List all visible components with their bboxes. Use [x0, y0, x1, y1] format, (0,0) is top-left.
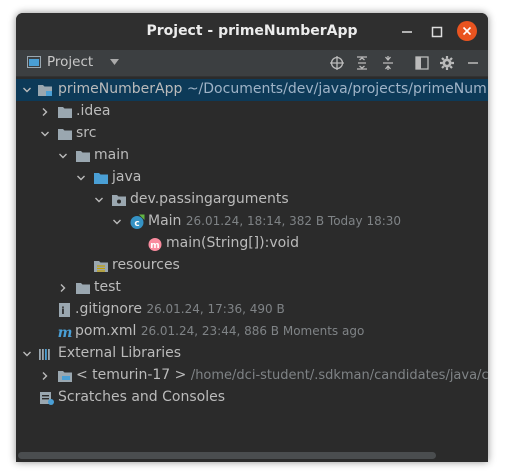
svg-text:i: i [61, 306, 64, 317]
project-view-icon [27, 56, 41, 68]
chevron-right-icon[interactable] [58, 283, 68, 293]
jdk-path: /home/dci-student/.sdkman/candidates/jav… [190, 368, 488, 383]
tree-row-src[interactable]: src [16, 123, 488, 145]
window-title: Project - primeNumberApp [146, 23, 358, 39]
module-folder-icon [38, 85, 52, 96]
folder-label: src [76, 125, 97, 141]
folder-label: java [112, 169, 142, 185]
project-toolbar: Project [16, 50, 488, 77]
tree-row-gitignore[interactable]: i .gitignore 26.01.24, 17:36, 490 B [16, 299, 488, 321]
chevron-down-icon[interactable] [110, 59, 119, 65]
folder-icon [76, 151, 90, 162]
folder-icon [58, 107, 72, 118]
chevron-down-icon[interactable] [94, 195, 104, 205]
folder-icon [58, 129, 72, 140]
java-class-icon: c [130, 214, 145, 229]
maximize-icon[interactable] [428, 23, 446, 41]
root-project-name: primeNumberApp [58, 81, 183, 97]
tree-row-idea[interactable]: .idea [16, 101, 488, 123]
file-meta: 26.01.24, 17:36, 490 B [146, 302, 285, 316]
folder-label: idea [80, 103, 111, 119]
expand-all-icon[interactable] [354, 55, 370, 71]
chevron-down-icon[interactable] [58, 151, 68, 161]
tree-row-main-method[interactable]: m main(String[]):void [16, 233, 488, 255]
scratches-icon [40, 392, 54, 405]
collapse-all-icon[interactable] [380, 55, 396, 71]
tree-row-external-libraries[interactable]: External Libraries [16, 343, 488, 365]
chevron-down-icon[interactable] [22, 349, 32, 359]
chevron-down-icon[interactable] [22, 85, 32, 95]
chevron-down-icon[interactable] [76, 173, 86, 183]
class-label: Main [148, 213, 182, 229]
resources-folder-icon [94, 261, 108, 272]
title-bar[interactable]: Project - primeNumberApp [16, 13, 488, 50]
libraries-label: External Libraries [58, 345, 181, 361]
gitignore-file-icon: i [59, 303, 70, 317]
close-icon[interactable] [457, 21, 477, 41]
chevron-down-icon[interactable] [40, 129, 50, 139]
project-tree: primeNumberApp ~/Documents/dev/java/proj… [16, 77, 488, 448]
chevron-down-icon[interactable] [112, 217, 122, 227]
chevron-right-icon[interactable] [40, 371, 50, 381]
svg-text:m: m [58, 325, 73, 340]
tree-row-test[interactable]: test [16, 277, 488, 299]
jdk-label: < temurin-17 > [76, 367, 187, 383]
file-meta: 26.01.24, 23:44, 886 B Moments ago [140, 324, 365, 338]
tree-row-package[interactable]: dev.passingarguments [16, 189, 488, 211]
gear-icon[interactable] [439, 55, 455, 71]
layout-icon[interactable] [414, 55, 430, 71]
library-icon [39, 349, 50, 360]
method-label: main(String[]):void [166, 235, 299, 251]
horizontal-scrollbar[interactable] [16, 448, 488, 462]
scrollbar-thumb[interactable] [18, 452, 436, 459]
maven-icon: m [58, 325, 73, 340]
tree-row-main[interactable]: main [16, 145, 488, 167]
file-label: .gitignore [75, 301, 142, 317]
package-icon [112, 195, 126, 206]
source-folder-icon [94, 173, 108, 184]
tree-row-jdk[interactable]: < temurin-17 > /home/dci-student/.sdkman… [16, 365, 488, 387]
view-selector-label[interactable]: Project [47, 54, 93, 70]
project-window: Project - primeNumberApp Project primeNu… [16, 13, 488, 462]
minimize-icon[interactable] [398, 23, 416, 41]
package-label: dev.passingarguments [130, 191, 289, 207]
method-icon: m [148, 238, 162, 251]
file-label: pom.xml [75, 323, 137, 339]
folder-label: test [94, 279, 121, 295]
tree-row-scratches[interactable]: Scratches and Consoles [16, 387, 488, 409]
tree-row-root[interactable]: primeNumberApp ~/Documents/dev/java/proj… [16, 79, 488, 101]
locate-icon[interactable] [329, 55, 345, 71]
folder-label: resources [112, 257, 180, 273]
tree-row-pom[interactable]: m pom.xml 26.01.24, 23:44, 886 B Moments… [16, 321, 488, 343]
chevron-right-icon[interactable] [40, 107, 50, 117]
class-meta: 26.01.24, 18:14, 382 B Today 18:30 [185, 214, 402, 228]
svg-text:m: m [150, 241, 159, 251]
hide-icon[interactable] [465, 55, 481, 71]
folder-icon [76, 283, 90, 294]
root-project-path: ~/Documents/dev/java/projects/primeNum [186, 81, 487, 97]
folder-label: main [94, 147, 129, 163]
svg-text:c: c [134, 219, 139, 229]
tree-row-java[interactable]: java [16, 167, 488, 189]
tree-row-main-class[interactable]: c Main 26.01.24, 18:14, 382 B Today 18:3… [16, 211, 488, 233]
scratches-label: Scratches and Consoles [58, 389, 225, 405]
tree-row-resources[interactable]: resources [16, 255, 488, 277]
jdk-icon [58, 371, 72, 382]
